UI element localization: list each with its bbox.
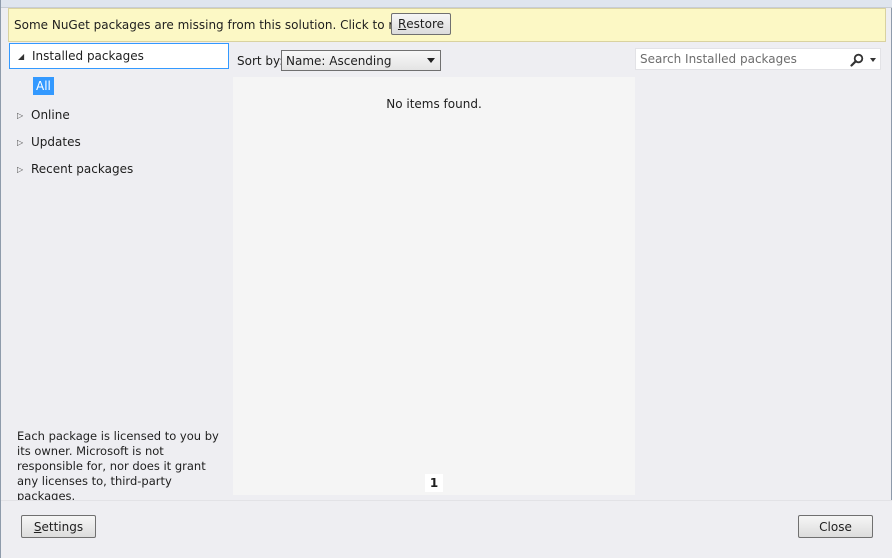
package-list[interactable]: No items found. 1 <box>233 77 635 495</box>
search-box <box>635 48 881 70</box>
restore-button-accel: R <box>397 17 407 31</box>
tree-item-all[interactable]: All <box>33 77 54 95</box>
sort-dropdown[interactable]: Name: Ascending <box>281 50 441 71</box>
title-bar <box>1 0 892 8</box>
page-link-1[interactable]: 1 <box>425 474 443 492</box>
restore-infobar: Some NuGet packages are missing from thi… <box>8 8 886 42</box>
license-disclaimer: Each package is licensed to you by its o… <box>9 419 233 503</box>
tree-item-recent-packages[interactable]: ▷ Recent packages <box>9 156 229 182</box>
sort-selected-value: Name: Ascending <box>286 53 392 68</box>
search-options-chevron-icon[interactable] <box>870 58 876 62</box>
infobar-message: Some NuGet packages are missing from thi… <box>14 18 435 32</box>
restore-button[interactable]: Restore <box>391 13 451 35</box>
search-icon[interactable] <box>850 53 864 67</box>
dialog-footer: Settings Close <box>1 500 892 558</box>
expanded-arrow-icon[interactable]: ◢ <box>18 52 32 61</box>
restore-button-label: estore <box>406 17 445 31</box>
sort-bar: Sort by: Name: Ascending <box>233 46 635 76</box>
tree-item-label: Online <box>31 108 70 122</box>
tree-item-updates[interactable]: ▷ Updates <box>9 129 229 155</box>
tree-item-label: Updates <box>31 135 81 149</box>
package-details-panel <box>635 72 885 495</box>
package-manager-window: Some NuGet packages are missing from thi… <box>0 0 892 558</box>
settings-button-label: ettings <box>41 519 84 534</box>
collapsed-arrow-icon[interactable]: ▷ <box>17 165 31 174</box>
category-tree: ◢ Installed packages All ▷ Online ▷ Upda… <box>9 43 229 417</box>
sort-label: Sort by: <box>237 54 284 68</box>
tree-item-label: Installed packages <box>32 49 144 63</box>
tree-item-online[interactable]: ▷ Online <box>9 102 229 128</box>
tree-item-installed-packages[interactable]: ◢ Installed packages <box>9 43 229 69</box>
settings-button-accel: S <box>33 519 42 534</box>
search-input[interactable] <box>640 52 845 66</box>
tree-item-label: Recent packages <box>31 162 134 176</box>
empty-list-message: No items found. <box>386 97 482 111</box>
close-button[interactable]: Close <box>798 515 873 538</box>
collapsed-arrow-icon[interactable]: ▷ <box>17 138 31 147</box>
settings-button[interactable]: Settings <box>21 515 96 538</box>
chevron-down-icon <box>427 58 435 63</box>
collapsed-arrow-icon[interactable]: ▷ <box>17 111 31 120</box>
